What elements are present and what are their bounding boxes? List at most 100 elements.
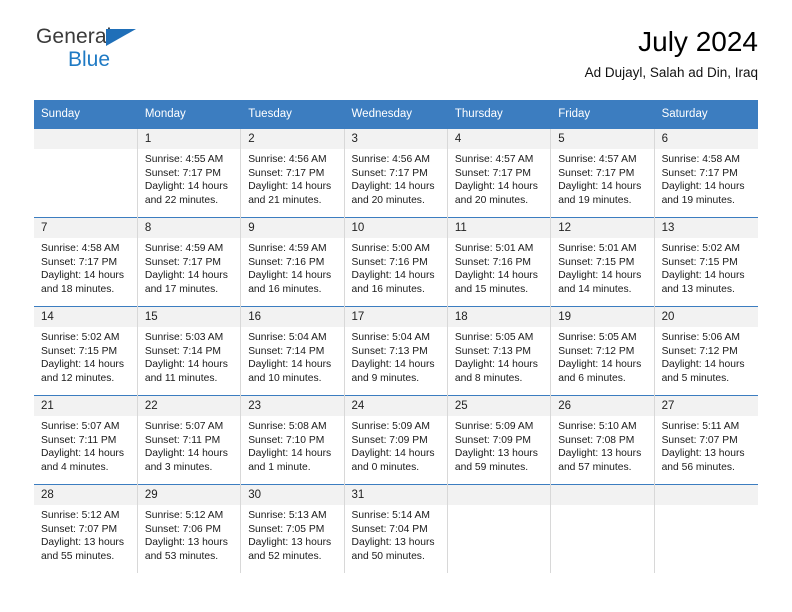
weekday-header-tuesday: Tuesday xyxy=(240,100,345,129)
calendar-day-cell[interactable]: 3 Sunrise: 4:56 AM Sunset: 7:17 PM Daylight… xyxy=(344,128,448,218)
sunset-text: Sunset: 7:08 PM xyxy=(558,434,635,446)
sunrise-text: Sunrise: 5:10 AM xyxy=(558,421,637,432)
daylight-text-line2: and 0 minutes. xyxy=(351,461,420,473)
sunset-text: Sunset: 7:17 PM xyxy=(454,167,532,179)
page-header: General Blue July 2024 Ad Dujayl, Salah … xyxy=(34,26,758,88)
calendar-day-cell[interactable]: 28 Sunrise: 5:12 AM Sunset: 7:07 PM Dayligh… xyxy=(34,484,138,573)
sunset-text: Sunset: 7:07 PM xyxy=(661,434,738,446)
calendar-day-cell[interactable]: 20 Sunrise: 5:06 AM Sunset: 7:12 PM Dayligh… xyxy=(654,306,758,396)
calendar-day-cell[interactable]: 23 Sunrise: 5:08 AM Sunset: 7:10 PM Dayligh… xyxy=(240,395,345,485)
weekday-header-friday: Friday xyxy=(550,100,655,129)
day-number: 21 xyxy=(34,396,137,416)
calendar-day-cell[interactable]: 30 Sunrise: 5:13 AM Sunset: 7:05 PM Dayligh… xyxy=(240,484,345,573)
calendar-day-cell[interactable]: 17 Sunrise: 5:04 AM Sunset: 7:13 PM Dayligh… xyxy=(344,306,448,396)
day-number: 13 xyxy=(654,218,758,238)
day-number: 15 xyxy=(137,307,241,327)
day-details: Sunrise: 5:12 AM Sunset: 7:06 PM Daylight:… xyxy=(138,505,240,563)
day-details: Sunrise: 5:05 AM Sunset: 7:13 PM Daylight:… xyxy=(448,327,550,385)
page-title: July 2024 xyxy=(638,26,758,57)
daylight-text-line1: Daylight: 14 hours xyxy=(454,359,538,371)
calendar-day-cell[interactable]: 6 Sunrise: 4:58 AM Sunset: 7:17 PM Daylight… xyxy=(654,128,758,218)
calendar-day-cell[interactable]: 26 Sunrise: 5:10 AM Sunset: 7:08 PM Dayligh… xyxy=(550,395,655,485)
sunset-text: Sunset: 7:15 PM xyxy=(661,256,738,268)
sunset-text: Sunset: 7:12 PM xyxy=(558,345,635,357)
calendar-day-cell[interactable]: 2 Sunrise: 4:56 AM Sunset: 7:17 PM Daylight… xyxy=(240,128,345,218)
sunrise-text: Sunrise: 4:55 AM xyxy=(144,154,224,165)
title-block: July 2024 Ad Dujayl, Salah ad Din, Iraq xyxy=(585,26,758,82)
day-details: Sunrise: 5:00 AM Sunset: 7:16 PM Daylight:… xyxy=(345,238,447,296)
day-number xyxy=(551,485,654,505)
daylight-text-line1: Daylight: 14 hours xyxy=(248,181,332,193)
calendar-day-cell[interactable]: 7 Sunrise: 4:58 AM Sunset: 7:17 PM Daylight… xyxy=(34,217,138,307)
day-details: Sunrise: 5:03 AM Sunset: 7:14 PM Daylight:… xyxy=(138,327,240,385)
day-details: Sunrise: 5:02 AM Sunset: 7:15 PM Daylight:… xyxy=(34,327,137,385)
day-details: Sunrise: 4:58 AM Sunset: 7:17 PM Daylight:… xyxy=(34,238,137,296)
calendar-day-cell[interactable]: 11 Sunrise: 5:01 AM Sunset: 7:16 PM Dayligh… xyxy=(447,217,552,307)
calendar-day-cell[interactable]: 27 Sunrise: 5:11 AM Sunset: 7:07 PM Dayligh… xyxy=(654,395,758,485)
calendar-day-cell[interactable]: 16 Sunrise: 5:04 AM Sunset: 7:14 PM Dayligh… xyxy=(240,306,345,396)
sunset-text: Sunset: 7:17 PM xyxy=(661,167,738,179)
calendar-day-cell[interactable]: 10 Sunrise: 5:00 AM Sunset: 7:16 PM Dayligh… xyxy=(344,217,448,307)
daylight-text-line1: Daylight: 14 hours xyxy=(351,448,435,460)
calendar-day-cell[interactable]: 8 Sunrise: 4:59 AM Sunset: 7:17 PM Daylight… xyxy=(137,217,242,307)
calendar-day-cell[interactable]: 31 Sunrise: 5:14 AM Sunset: 7:04 PM Dayligh… xyxy=(344,484,448,573)
calendar-day-cell[interactable]: 1 Sunrise: 4:55 AM Sunset: 7:17 PM Daylight… xyxy=(137,128,242,218)
calendar-day-cell-empty xyxy=(447,484,552,573)
daylight-text-line2: and 50 minutes. xyxy=(351,550,425,562)
calendar-day-cell[interactable]: 25 Sunrise: 5:09 AM Sunset: 7:09 PM Dayligh… xyxy=(447,395,552,485)
day-number: 5 xyxy=(551,129,654,149)
day-number: 31 xyxy=(344,485,447,505)
daylight-text-line1: Daylight: 13 hours xyxy=(558,448,642,460)
day-number: 8 xyxy=(137,218,241,238)
calendar-table: Sunday Monday Tuesday Wednesday Thursday Frid… xyxy=(34,100,759,573)
daylight-text-line1: Daylight: 14 hours xyxy=(144,270,228,282)
day-details: Sunrise: 5:01 AM Sunset: 7:15 PM Daylight:… xyxy=(551,238,653,296)
calendar-day-cell[interactable]: 24 Sunrise: 5:09 AM Sunset: 7:09 PM Dayligh… xyxy=(344,395,448,485)
calendar-day-cell[interactable]: 13 Sunrise: 5:02 AM Sunset: 7:15 PM Dayligh… xyxy=(654,217,758,307)
day-number: 4 xyxy=(447,129,551,149)
day-number: 1 xyxy=(137,129,241,149)
day-number: 27 xyxy=(654,396,758,416)
sunset-text: Sunset: 7:17 PM xyxy=(41,256,118,268)
daylight-text-line2: and 12 minutes. xyxy=(41,372,115,384)
calendar-day-cell[interactable]: 14 Sunrise: 5:02 AM Sunset: 7:15 PM Dayligh… xyxy=(34,306,138,396)
daylight-text-line2: and 14 minutes. xyxy=(558,283,632,295)
weekday-header-sunday: Sunday xyxy=(34,100,138,129)
calendar-day-cell[interactable]: 12 Sunrise: 5:01 AM Sunset: 7:15 PM Dayligh… xyxy=(550,217,655,307)
day-details xyxy=(448,505,550,509)
daylight-text-line1: Daylight: 14 hours xyxy=(661,270,745,282)
calendar-day-cell-empty xyxy=(34,128,138,218)
day-number xyxy=(447,485,551,505)
calendar-day-cell[interactable]: 4 Sunrise: 4:57 AM Sunset: 7:17 PM Daylight… xyxy=(447,128,552,218)
sunrise-text: Sunrise: 5:01 AM xyxy=(454,243,534,254)
daylight-text-line2: and 15 minutes. xyxy=(454,283,529,295)
calendar-day-cell[interactable]: 9 Sunrise: 4:59 AM Sunset: 7:16 PM Daylight… xyxy=(240,217,345,307)
daylight-text-line1: Daylight: 14 hours xyxy=(454,181,538,193)
sunrise-text: Sunrise: 5:06 AM xyxy=(661,332,740,343)
daylight-text-line1: Daylight: 13 hours xyxy=(248,537,332,549)
sunset-text: Sunset: 7:10 PM xyxy=(248,434,325,446)
daylight-text-line2: and 53 minutes. xyxy=(144,550,219,562)
sunrise-text: Sunrise: 5:14 AM xyxy=(351,510,430,521)
sunrise-text: Sunrise: 5:05 AM xyxy=(558,332,637,343)
daylight-text-line1: Daylight: 14 hours xyxy=(144,181,228,193)
sunrise-text: Sunrise: 4:56 AM xyxy=(351,154,430,165)
sunrise-text: Sunrise: 4:56 AM xyxy=(248,154,327,165)
calendar-day-cell[interactable]: 29 Sunrise: 5:12 AM Sunset: 7:06 PM Dayligh… xyxy=(137,484,242,573)
calendar-day-cell[interactable]: 15 Sunrise: 5:03 AM Sunset: 7:14 PM Dayligh… xyxy=(137,306,242,396)
sunrise-text: Sunrise: 5:00 AM xyxy=(351,243,430,254)
calendar-day-cell[interactable]: 21 Sunrise: 5:07 AM Sunset: 7:11 PM Dayligh… xyxy=(34,395,138,485)
day-number: 10 xyxy=(344,218,447,238)
day-details: Sunrise: 5:07 AM Sunset: 7:11 PM Daylight:… xyxy=(138,416,240,474)
page-subtitle: Ad Dujayl, Salah ad Din, Iraq xyxy=(584,65,758,80)
day-number: 3 xyxy=(344,129,447,149)
calendar-day-cell[interactable]: 18 Sunrise: 5:05 AM Sunset: 7:13 PM Dayligh… xyxy=(447,306,552,396)
calendar-day-cell[interactable]: 19 Sunrise: 5:05 AM Sunset: 7:12 PM Dayligh… xyxy=(550,306,655,396)
daylight-text-line2: and 11 minutes. xyxy=(144,372,218,384)
daylight-text-line1: Daylight: 13 hours xyxy=(454,448,538,460)
daylight-text-line2: and 13 minutes. xyxy=(661,283,735,295)
calendar-day-cell[interactable]: 22 Sunrise: 5:07 AM Sunset: 7:11 PM Dayligh… xyxy=(137,395,242,485)
calendar-day-cell[interactable]: 5 Sunrise: 4:57 AM Sunset: 7:17 PM Daylight… xyxy=(550,128,655,218)
daylight-text-line2: and 16 minutes. xyxy=(248,283,322,295)
day-number: 9 xyxy=(241,218,344,238)
